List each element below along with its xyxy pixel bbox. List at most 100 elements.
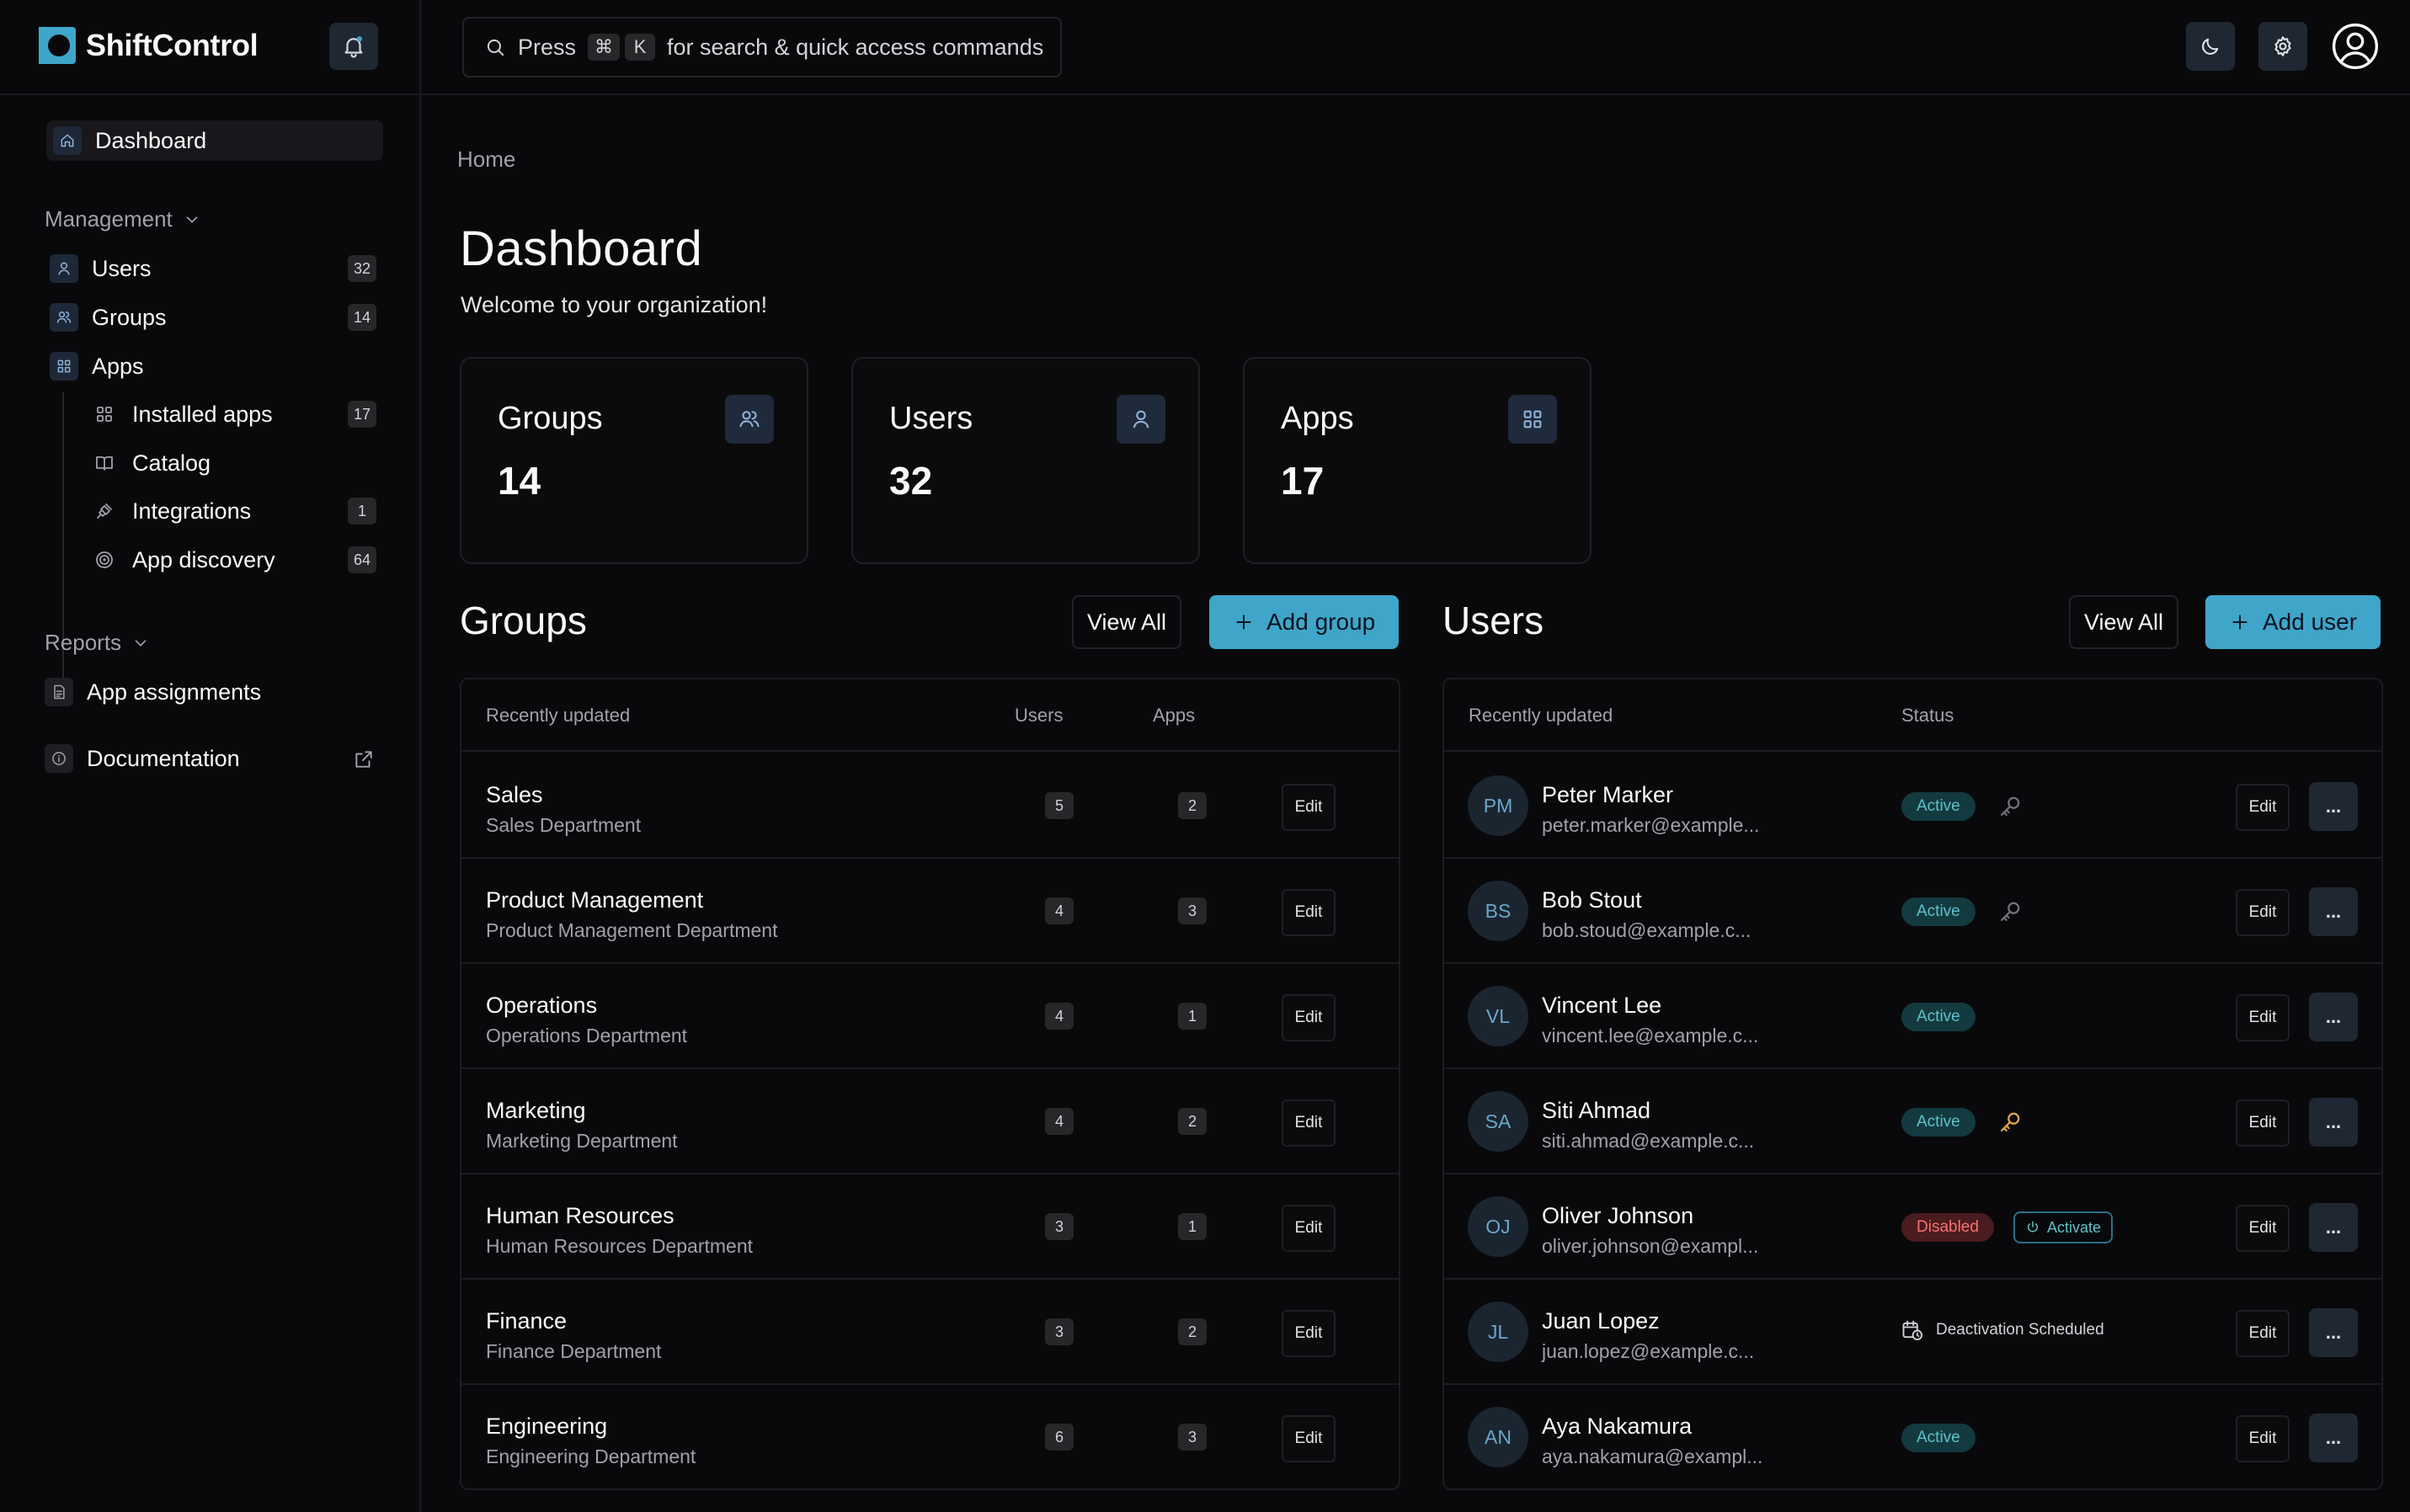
- plus-icon: [1236, 615, 1251, 630]
- apps-count-badge: 2: [1178, 792, 1207, 819]
- group-name: Marketing: [486, 1098, 586, 1123]
- user-email: aya.nakamura@exampl...: [1542, 1445, 1763, 1467]
- table-header: Recently updated Users Apps: [461, 679, 1399, 752]
- more-actions-button[interactable]: ...: [2309, 782, 2358, 831]
- account-button[interactable]: [2331, 22, 2380, 71]
- status-badge: Active: [1901, 792, 1975, 821]
- key-icon: [1996, 1108, 2024, 1137]
- breadcrumb[interactable]: Home: [457, 146, 515, 173]
- bell-icon: [344, 36, 363, 58]
- settings-button[interactable]: [2258, 22, 2307, 71]
- edit-button[interactable]: Edit: [2236, 994, 2290, 1041]
- avatar: SA: [1468, 1091, 1528, 1152]
- stat-card-users[interactable]: Users 32: [851, 357, 1200, 564]
- table-row[interactable]: PM Peter Marker peter.marker@example... Act…: [1444, 753, 2381, 859]
- stat-value: 17: [1281, 459, 1325, 503]
- top-header: ShiftControl Press ⌘ K for search & quic…: [0, 0, 2410, 95]
- edit-button[interactable]: Edit: [2236, 784, 2290, 831]
- section-management[interactable]: Management: [45, 206, 201, 232]
- table-row[interactable]: Human Resources Human Resources Departmen…: [461, 1174, 1399, 1280]
- more-actions-button[interactable]: ...: [2309, 1098, 2358, 1147]
- edit-button[interactable]: Edit: [2236, 1205, 2290, 1252]
- home-icon: [53, 126, 82, 155]
- user-email: peter.marker@example...: [1542, 814, 1760, 836]
- groups-view-all-button[interactable]: View All: [1072, 595, 1182, 649]
- group-name: Human Resources: [486, 1203, 674, 1228]
- column-header: Status: [1901, 705, 1954, 726]
- more-actions-button[interactable]: ...: [2309, 887, 2358, 936]
- more-actions-button[interactable]: ...: [2309, 993, 2358, 1041]
- user-name: Siti Ahmad: [1542, 1098, 1651, 1123]
- user-name: Oliver Johnson: [1542, 1203, 1694, 1228]
- sidebar-item-app-discovery[interactable]: App discovery 64: [90, 540, 387, 580]
- column-header: Recently updated: [486, 705, 631, 726]
- table-row[interactable]: Engineering Engineering Department 6 3 Edit: [461, 1385, 1399, 1488]
- search-prefix: Press: [518, 34, 577, 60]
- count-badge: 17: [348, 401, 376, 428]
- edit-button[interactable]: Edit: [1282, 994, 1336, 1041]
- more-actions-button[interactable]: ...: [2309, 1308, 2358, 1357]
- group-name: Product Management: [486, 887, 704, 913]
- edit-button[interactable]: Edit: [1282, 1099, 1336, 1147]
- add-group-button[interactable]: Add group: [1209, 595, 1400, 649]
- grid-icon: [90, 400, 119, 429]
- stat-card-groups[interactable]: Groups 14: [460, 357, 808, 564]
- more-actions-button[interactable]: ...: [2309, 1414, 2358, 1462]
- sidebar-item-label: Catalog: [132, 450, 211, 476]
- edit-button[interactable]: Edit: [1282, 1310, 1336, 1357]
- table-row[interactable]: Finance Finance Department 3 2 Edit: [461, 1280, 1399, 1385]
- table-row[interactable]: Sales Sales Department 5 2 Edit: [461, 753, 1399, 859]
- table-row[interactable]: Marketing Marketing Department 4 2 Edit: [461, 1069, 1399, 1174]
- table-row[interactable]: OJ Oliver Johnson oliver.johnson@exampl...…: [1444, 1174, 2381, 1280]
- user-name: Bob Stout: [1542, 887, 1642, 913]
- sidebar-item-label: Dashboard: [95, 127, 207, 153]
- section-reports[interactable]: Reports: [45, 630, 150, 656]
- sidebar-item-dashboard[interactable]: Dashboard: [46, 120, 383, 161]
- sidebar-item-app-assignments[interactable]: App assignments: [45, 672, 381, 712]
- search-suffix: for search & quick access commands: [667, 34, 1044, 60]
- sidebar-item-label: App assignments: [87, 679, 262, 705]
- activate-button[interactable]: Activate: [2013, 1211, 2114, 1243]
- stat-card-apps[interactable]: Apps 17: [1243, 357, 1592, 564]
- sidebar-item-users[interactable]: Users 32: [50, 248, 387, 289]
- user-email: vincent.lee@example.c...: [1542, 1025, 1759, 1046]
- edit-button[interactable]: Edit: [1282, 784, 1336, 831]
- sidebar-item-groups[interactable]: Groups 14: [50, 297, 387, 338]
- edit-button[interactable]: Edit: [1282, 1205, 1336, 1252]
- sidebar-item-catalog[interactable]: Catalog: [90, 443, 387, 483]
- notifications-button[interactable]: [329, 23, 378, 70]
- users-count-badge: 3: [1045, 1318, 1074, 1345]
- section-label: Reports: [45, 630, 122, 655]
- sidebar-item-apps[interactable]: Apps: [50, 346, 387, 386]
- search-input[interactable]: Press ⌘ K for search & quick access comm…: [462, 17, 1062, 77]
- add-user-button[interactable]: Add user: [2205, 595, 2381, 649]
- table-row[interactable]: Product Management Product Management Dep…: [461, 859, 1399, 964]
- stat-value: 14: [498, 459, 541, 503]
- column-header: Recently updated: [1469, 705, 1613, 726]
- table-row[interactable]: SA Siti Ahmad siti.ahmad@example.c... Activ…: [1444, 1069, 2381, 1174]
- users-view-all-button[interactable]: View All: [2069, 595, 2179, 649]
- edit-button[interactable]: Edit: [2236, 1310, 2290, 1357]
- target-icon: [90, 546, 119, 574]
- table-row[interactable]: JL Juan Lopez juan.lopez@example.c... Deact…: [1444, 1280, 2381, 1385]
- table-row[interactable]: BS Bob Stout bob.stoud@example.c... Active E…: [1444, 859, 2381, 964]
- sidebar-item-documentation[interactable]: Documentation: [45, 738, 381, 779]
- column-header: Users: [1015, 705, 1064, 726]
- plus-icon: [2232, 615, 2247, 630]
- edit-button[interactable]: Edit: [1282, 1415, 1336, 1462]
- brand[interactable]: ShiftControl: [37, 25, 259, 66]
- status-badge: Disabled: [1901, 1213, 1994, 1242]
- table-row[interactable]: AN Aya Nakamura aya.nakamura@exampl... Acti…: [1444, 1385, 2381, 1488]
- count-badge: 1: [348, 498, 376, 524]
- sidebar-item-integrations[interactable]: Integrations 1: [90, 491, 387, 531]
- edit-button[interactable]: Edit: [1282, 889, 1336, 936]
- table-row[interactable]: VL Vincent Lee vincent.lee@example.c... Act…: [1444, 964, 2381, 1069]
- edit-button[interactable]: Edit: [2236, 889, 2290, 936]
- theme-toggle-button[interactable]: [2186, 22, 2235, 71]
- edit-button[interactable]: Edit: [2236, 1099, 2290, 1147]
- users-count-badge: 5: [1045, 792, 1074, 819]
- table-row[interactable]: Operations Operations Department 4 1 Edit: [461, 964, 1399, 1069]
- edit-button[interactable]: Edit: [2236, 1415, 2290, 1462]
- sidebar-item-installed-apps[interactable]: Installed apps 17: [90, 394, 387, 434]
- more-actions-button[interactable]: ...: [2309, 1203, 2358, 1252]
